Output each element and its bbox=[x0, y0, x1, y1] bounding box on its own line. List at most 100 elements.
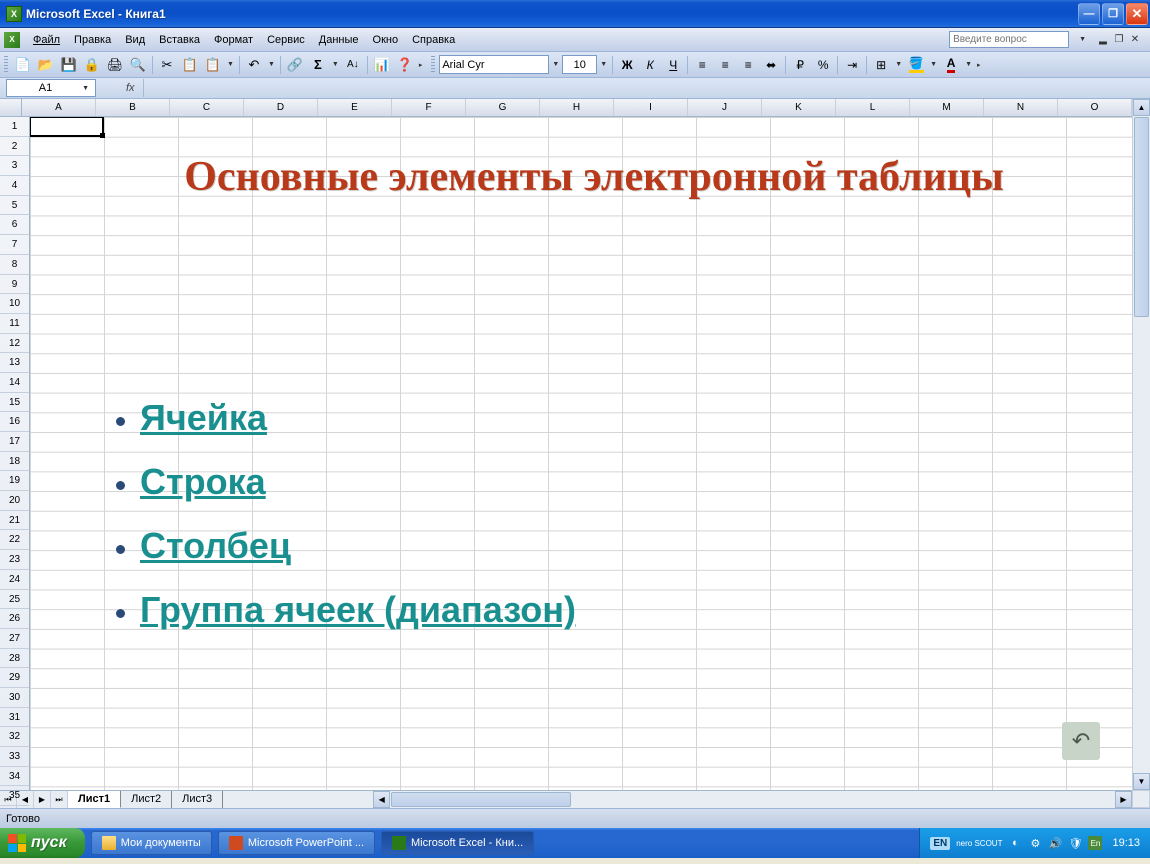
row-header[interactable]: 20 bbox=[0, 491, 29, 511]
row-header[interactable]: 17 bbox=[0, 432, 29, 452]
paste-dropdown[interactable]: ▼ bbox=[225, 61, 236, 68]
chart-button[interactable]: 📊 bbox=[371, 54, 393, 76]
row-header[interactable]: 5 bbox=[0, 196, 29, 216]
row-header[interactable]: 32 bbox=[0, 727, 29, 747]
row-header[interactable]: 6 bbox=[0, 215, 29, 235]
fill-color-button[interactable]: 🪣 bbox=[905, 54, 927, 76]
sheet-tab-2[interactable]: Лист2 bbox=[121, 791, 172, 808]
toolbar-grip[interactable] bbox=[4, 56, 8, 74]
sheet-tab-1[interactable]: Лист1 bbox=[68, 791, 121, 808]
font-name-select[interactable] bbox=[439, 55, 549, 74]
scroll-left-button[interactable]: ◀ bbox=[373, 791, 390, 808]
name-box-dropdown[interactable]: ▼ bbox=[80, 85, 91, 92]
font-size-select[interactable] bbox=[562, 55, 597, 74]
column-header[interactable]: J bbox=[688, 99, 762, 116]
scroll-right-button[interactable]: ▶ bbox=[1115, 791, 1132, 808]
row-header[interactable]: 16 bbox=[0, 412, 29, 432]
column-header[interactable]: I bbox=[614, 99, 688, 116]
indent-button[interactable]: ⇥ bbox=[841, 54, 863, 76]
scroll-up-button[interactable]: ▲ bbox=[1133, 99, 1150, 116]
menu-help[interactable]: Справка bbox=[405, 31, 462, 49]
row-header[interactable]: 29 bbox=[0, 668, 29, 688]
task-my-documents[interactable]: Мои документы bbox=[91, 831, 212, 855]
row-header[interactable]: 10 bbox=[0, 294, 29, 314]
merge-button[interactable]: ⬌ bbox=[760, 54, 782, 76]
underline-button[interactable]: Ч bbox=[662, 54, 684, 76]
font-color-dropdown[interactable]: ▼ bbox=[963, 61, 974, 68]
permissions-button[interactable]: 🔒 bbox=[81, 54, 103, 76]
doc-restore-button[interactable]: ❐ bbox=[1112, 33, 1126, 47]
doc-minimize-button[interactable]: ▂ bbox=[1096, 33, 1110, 47]
cut-button[interactable]: ✂ bbox=[156, 54, 178, 76]
tray-icon-1[interactable]: ◐ bbox=[1008, 836, 1022, 850]
row-header[interactable]: 15 bbox=[0, 393, 29, 413]
doc-close-button[interactable]: ✕ bbox=[1128, 33, 1142, 47]
sort-button[interactable]: A↓ bbox=[342, 54, 364, 76]
autosum-dropdown[interactable]: ▼ bbox=[330, 61, 341, 68]
row-header[interactable]: 1 bbox=[0, 117, 29, 137]
row-header[interactable]: 27 bbox=[0, 629, 29, 649]
column-header[interactable]: A bbox=[22, 99, 96, 116]
vertical-scrollbar[interactable]: ▲ ▼ bbox=[1132, 99, 1150, 790]
hyperlink-button[interactable]: 🔗 bbox=[284, 54, 306, 76]
undo-button[interactable]: ↶ bbox=[243, 54, 265, 76]
column-header[interactable]: F bbox=[392, 99, 466, 116]
scroll-down-button[interactable]: ▼ bbox=[1133, 773, 1150, 790]
sheet-tab-3[interactable]: Лист3 bbox=[172, 791, 223, 808]
link-column[interactable]: Столбец bbox=[140, 525, 291, 566]
currency-button[interactable]: ₽ bbox=[789, 54, 811, 76]
hscroll-thumb[interactable] bbox=[391, 792, 571, 807]
percent-button[interactable]: % bbox=[812, 54, 834, 76]
tab-last-button[interactable]: ⏭ bbox=[51, 791, 68, 808]
menu-window[interactable]: Окно bbox=[366, 31, 406, 49]
row-header[interactable]: 26 bbox=[0, 609, 29, 629]
name-box[interactable]: A1 ▼ bbox=[6, 79, 96, 97]
row-header[interactable]: 8 bbox=[0, 255, 29, 275]
link-cell[interactable]: Ячейка bbox=[140, 397, 267, 438]
row-header[interactable]: 18 bbox=[0, 452, 29, 472]
new-button[interactable]: 📄 bbox=[12, 54, 34, 76]
start-button[interactable]: пуск bbox=[0, 828, 85, 858]
autosum-button[interactable]: Σ bbox=[307, 54, 329, 76]
column-header[interactable]: L bbox=[836, 99, 910, 116]
bold-button[interactable]: Ж bbox=[616, 54, 638, 76]
align-right-button[interactable]: ≡ bbox=[737, 54, 759, 76]
column-header[interactable]: K bbox=[762, 99, 836, 116]
menu-view[interactable]: Вид bbox=[118, 31, 152, 49]
menu-insert[interactable]: Вставка bbox=[152, 31, 207, 49]
tray-lang-icon[interactable]: En bbox=[1088, 836, 1102, 850]
row-header[interactable]: 14 bbox=[0, 373, 29, 393]
tab-next-button[interactable]: ▶ bbox=[34, 791, 51, 808]
column-header[interactable]: O bbox=[1058, 99, 1132, 116]
undo-dropdown[interactable]: ▼ bbox=[266, 61, 277, 68]
close-button[interactable]: ✕ bbox=[1126, 3, 1148, 25]
excel-small-icon[interactable]: X bbox=[4, 32, 20, 48]
fill-dropdown[interactable]: ▼ bbox=[928, 61, 939, 68]
link-row[interactable]: Строка bbox=[140, 461, 266, 502]
borders-dropdown[interactable]: ▼ bbox=[893, 61, 904, 68]
help-button[interactable]: ❓ bbox=[394, 54, 416, 76]
row-header[interactable]: 7 bbox=[0, 235, 29, 255]
row-header[interactable]: 24 bbox=[0, 570, 29, 590]
row-header[interactable]: 23 bbox=[0, 550, 29, 570]
link-range[interactable]: Группа ячеек (диапазон) bbox=[140, 589, 576, 630]
row-header[interactable]: 21 bbox=[0, 511, 29, 531]
horizontal-scrollbar[interactable]: ◀ ▶ bbox=[373, 791, 1132, 808]
vscroll-thumb[interactable] bbox=[1134, 117, 1149, 317]
column-header[interactable]: H bbox=[540, 99, 614, 116]
row-header[interactable]: 9 bbox=[0, 275, 29, 295]
font-color-button[interactable]: A bbox=[940, 54, 962, 76]
row-header[interactable]: 31 bbox=[0, 708, 29, 728]
row-header[interactable]: 3 bbox=[0, 156, 29, 176]
font-name-dropdown[interactable]: ▼ bbox=[550, 61, 561, 68]
nero-icon[interactable]: nero SCOUT bbox=[956, 836, 1002, 850]
task-powerpoint[interactable]: Microsoft PowerPoint ... bbox=[218, 831, 375, 855]
row-header[interactable]: 35 bbox=[0, 786, 29, 806]
row-header[interactable]: 4 bbox=[0, 176, 29, 196]
column-header[interactable]: G bbox=[466, 99, 540, 116]
toolbar-more-2[interactable]: ▸ bbox=[975, 61, 983, 69]
column-header[interactable]: C bbox=[170, 99, 244, 116]
task-excel[interactable]: Microsoft Excel - Кни... bbox=[381, 831, 534, 855]
row-header[interactable]: 28 bbox=[0, 649, 29, 669]
cell-grid[interactable]: Основные элементы электронной таблицы Яч… bbox=[30, 117, 1132, 790]
